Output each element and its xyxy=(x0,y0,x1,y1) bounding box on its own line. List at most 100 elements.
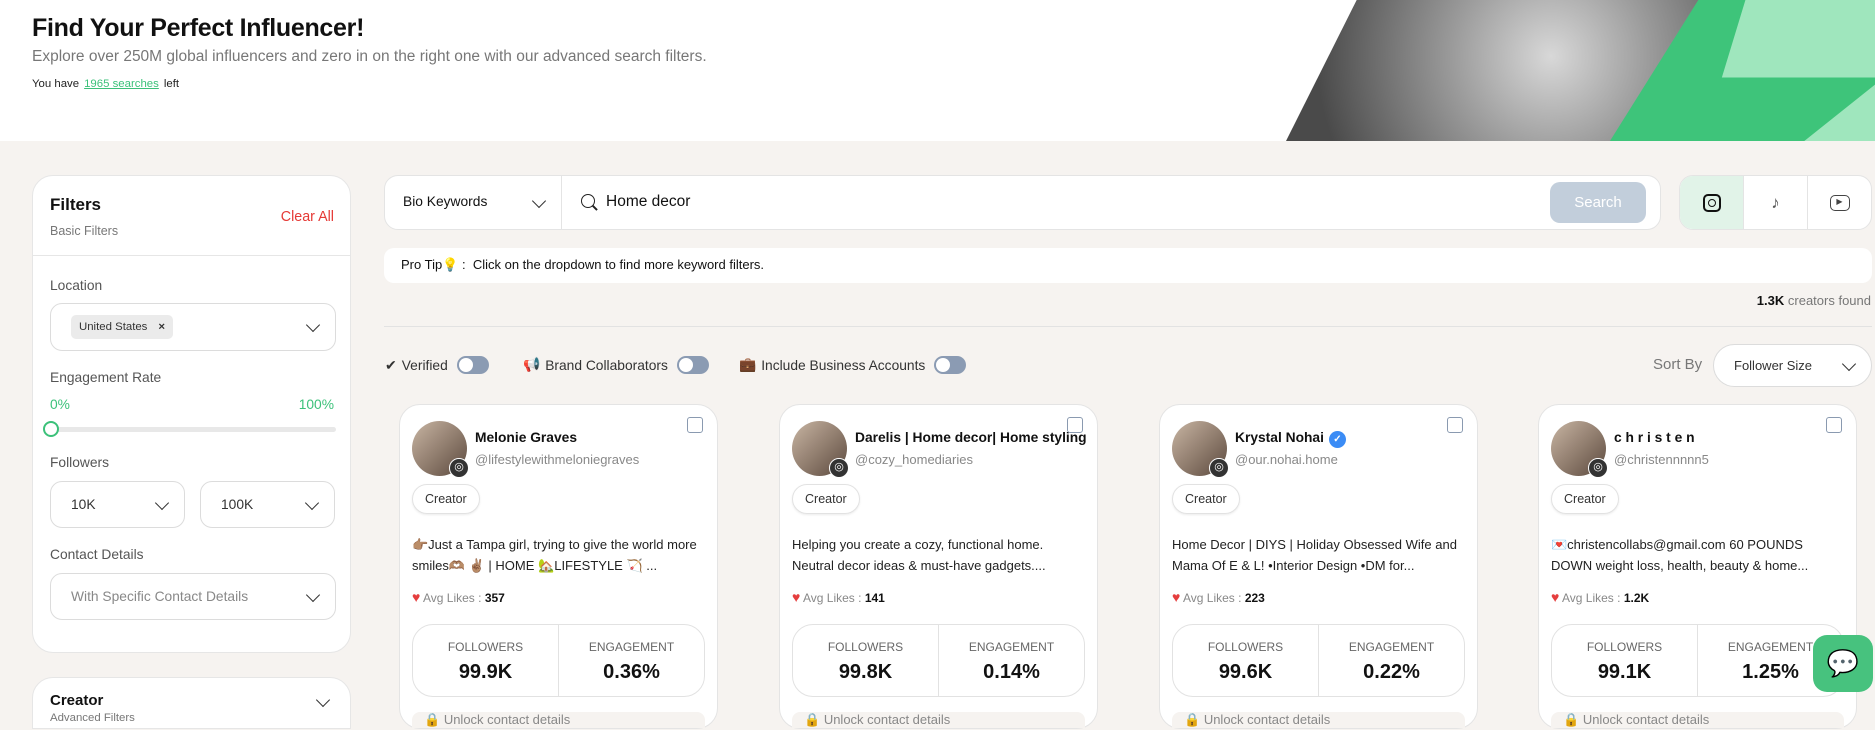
engagement-min: 0% xyxy=(50,397,70,412)
filters-panel: Filters Basic Filters Clear All Location… xyxy=(32,175,351,653)
engagement-label: ENGAGEMENT xyxy=(588,640,675,654)
avg-likes-value: 1.2K xyxy=(1623,591,1650,605)
chevron-down-icon xyxy=(304,495,320,510)
contact-placeholder: With Specific Contact Details xyxy=(71,589,249,604)
sort-select[interactable]: Follower Size xyxy=(1713,344,1872,387)
contact-label: Contact Details xyxy=(50,547,144,562)
verified-label: Verified xyxy=(401,357,448,373)
engagement-slider-track[interactable] xyxy=(50,427,336,432)
heart-icon: ♥ xyxy=(792,589,801,605)
instagram-badge-icon: ◎ xyxy=(1588,458,1608,478)
select-checkbox[interactable] xyxy=(1826,417,1842,433)
search-input[interactable]: Home decor xyxy=(606,193,1536,211)
unlock-contact-button[interactable]: 🔒 Unlock contact details xyxy=(412,712,705,728)
avg-likes-value: 357 xyxy=(484,591,505,605)
creator-card[interactable]: ◎ c h r i s t e n @christennnnn5 Creator… xyxy=(1538,404,1857,729)
instagram-tab[interactable] xyxy=(1680,176,1743,229)
lock-icon: 🔒 xyxy=(804,712,821,727)
avatar: ◎ xyxy=(1551,421,1608,478)
chat-support-button[interactable]: 💬 xyxy=(1813,635,1873,692)
followers-label: FOLLOWERS xyxy=(447,640,524,654)
contact-select[interactable]: With Specific Contact Details xyxy=(50,573,336,620)
engagement-label: ENGAGEMENT xyxy=(1348,640,1435,654)
unlock-label: Unlock contact details xyxy=(1582,712,1710,727)
creator-name[interactable]: c h r i s t e n xyxy=(1614,430,1695,445)
creator-name[interactable]: Melonie Graves xyxy=(475,430,577,445)
engagement-label: Engagement Rate xyxy=(50,370,162,385)
platform-switcher: ♪ ▶ xyxy=(1679,175,1872,230)
location-select[interactable]: United States × xyxy=(50,303,336,351)
instagram-badge-icon: ◎ xyxy=(1209,458,1229,478)
page: Find Your Perfect Influencer! Explore ov… xyxy=(0,0,1875,730)
instagram-badge-icon: ◎ xyxy=(829,458,849,478)
location-label: Location xyxy=(50,278,103,293)
select-checkbox[interactable] xyxy=(1067,417,1083,433)
chevron-down-icon xyxy=(531,193,547,208)
search-bar: Bio Keywords Home decor Search xyxy=(384,175,1661,230)
brand-toggle[interactable] xyxy=(676,356,709,374)
creator-tag: Creator xyxy=(1551,484,1619,514)
creator-card[interactable]: ◎ Krystal Nohai ✓ @our.nohai.home Creator… xyxy=(1159,404,1478,729)
search-type-value: Bio Keywords xyxy=(403,194,488,209)
lightbulb-icon: 💡 xyxy=(442,257,459,272)
creator-card[interactable]: ◎ Melonie Graves @lifestylewithmeloniegr… xyxy=(399,404,718,729)
creator-name[interactable]: Darelis | Home decor| Home styling xyxy=(855,430,1087,445)
advanced-subtitle: Advanced Filters xyxy=(50,712,135,724)
results-number: 1.3K xyxy=(1756,293,1785,308)
avg-likes-label: Avg Likes : xyxy=(1182,591,1242,605)
followers-value: 99.6K xyxy=(1218,661,1273,683)
page-subtitle: Explore over 250M global influencers and… xyxy=(32,48,707,65)
search-type-select[interactable]: Bio Keywords xyxy=(385,176,562,229)
heart-icon: ♥ xyxy=(1172,589,1181,605)
youtube-icon: ▶ xyxy=(1829,194,1850,211)
advanced-filters-panel[interactable]: Creator Advanced Filters xyxy=(32,677,351,729)
verified-option: ✔ Verified xyxy=(385,356,489,374)
followers-min-value: 10K xyxy=(71,497,96,512)
chat-icon: 💬 xyxy=(1826,648,1860,678)
business-option: 💼 Include Business Accounts xyxy=(739,356,967,374)
page-title: Find Your Perfect Influencer! xyxy=(32,14,365,42)
avatar: ◎ xyxy=(412,421,469,478)
results-count: 1.3K creators found xyxy=(1757,293,1871,308)
business-toggle[interactable] xyxy=(934,356,967,374)
avg-likes: ♥ Avg Likes : 223 xyxy=(1172,589,1265,605)
followers-min-select[interactable]: 10K xyxy=(50,481,185,528)
search-button[interactable]: Search xyxy=(1550,182,1646,223)
chevron-down-icon xyxy=(154,495,170,510)
clear-all-button[interactable]: Clear All xyxy=(281,209,334,225)
engagement-value: 0.36% xyxy=(603,661,660,683)
followers-value: 99.8K xyxy=(838,661,893,683)
quota-prefix: You have xyxy=(32,78,80,90)
business-label: Include Business Accounts xyxy=(761,357,926,373)
creator-handle: @christennnnn5 xyxy=(1614,452,1709,467)
unlock-contact-button[interactable]: 🔒 Unlock contact details xyxy=(792,712,1085,728)
heart-icon: ♥ xyxy=(1551,589,1560,605)
instagram-icon xyxy=(1702,193,1721,212)
sort-label: Sort By xyxy=(1653,356,1703,373)
creator-name[interactable]: Krystal Nohai xyxy=(1235,430,1324,445)
pro-tip-label: Pro Tip xyxy=(401,257,443,272)
engagement-value: 0.22% xyxy=(1363,661,1420,683)
select-checkbox[interactable] xyxy=(687,417,703,433)
avg-likes: ♥ Avg Likes : 141 xyxy=(792,589,885,605)
searches-link[interactable]: 1965 searches xyxy=(84,78,159,90)
followers-max-select[interactable]: 100K xyxy=(200,481,335,528)
tiktok-tab[interactable]: ♪ xyxy=(1743,176,1807,229)
avatar: ◎ xyxy=(1172,421,1229,478)
unlock-label: Unlock contact details xyxy=(823,712,951,727)
creator-stats: FOLLOWERS 99.8K ENGAGEMENT 0.14% xyxy=(792,624,1085,697)
creator-name-row: c h r i s t e n xyxy=(1614,430,1695,445)
select-checkbox[interactable] xyxy=(1447,417,1463,433)
unlock-label: Unlock contact details xyxy=(1203,712,1331,727)
unlock-contact-button[interactable]: 🔒 Unlock contact details xyxy=(1551,712,1844,728)
engagement-slider-handle[interactable] xyxy=(43,421,59,437)
hero-header: Find Your Perfect Influencer! Explore ov… xyxy=(0,0,1875,141)
lock-icon: 🔒 xyxy=(1563,712,1580,727)
chip-remove-icon[interactable]: × xyxy=(158,321,165,333)
engagement-label: ENGAGEMENT xyxy=(968,640,1055,654)
pro-tip: Pro Tip💡 : Click on the dropdown to find… xyxy=(384,248,1872,283)
youtube-tab[interactable]: ▶ xyxy=(1807,176,1871,229)
unlock-contact-button[interactable]: 🔒 Unlock contact details xyxy=(1172,712,1465,728)
verified-toggle[interactable] xyxy=(456,356,489,374)
creator-card[interactable]: ◎ Darelis | Home decor| Home styling @co… xyxy=(779,404,1098,729)
